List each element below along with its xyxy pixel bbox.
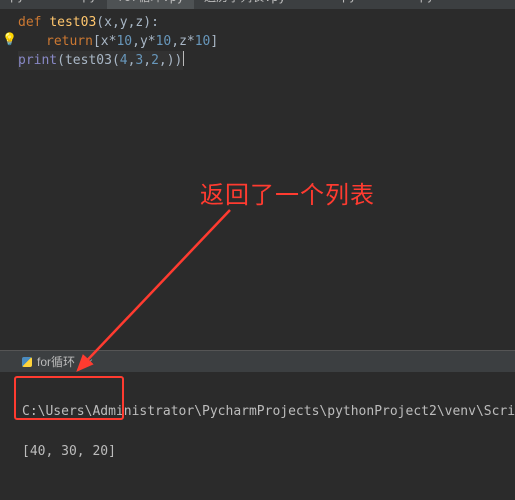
run-tab-label: for循环 xyxy=(37,353,75,370)
run-console[interactable]: C:\Users\Administrator\PycharmProjects\p… xyxy=(0,372,515,500)
python-icon xyxy=(22,357,32,367)
tab-label: for循环.py xyxy=(117,0,184,5)
editor-tab[interactable]: 遍历字列表.py xyxy=(194,0,296,9)
annotation-text: 返回了一个列表 xyxy=(200,175,375,210)
tab-label: test2.py xyxy=(376,0,434,3)
run-tab[interactable]: for循环 × xyxy=(22,353,93,370)
tab-label: 遍历字列表.py xyxy=(204,0,286,5)
close-icon[interactable]: × xyxy=(86,355,93,369)
func-name: test03 xyxy=(49,15,96,30)
code-line: print(test03(4,3,2,)) xyxy=(18,51,507,70)
editor-tab[interactable]: pycontrol.py xyxy=(0,0,107,9)
tab-label: test.py xyxy=(306,0,357,3)
keyword-return: return xyxy=(46,34,93,49)
intention-bulb-icon[interactable]: 💡 xyxy=(2,32,16,46)
editor-tab-strip: pycontrol.py for循环.py 遍历字列表.py test.py t… xyxy=(0,0,515,9)
editor-tab[interactable]: test2.py xyxy=(366,0,444,9)
code-line: return[x*10,y*10,z*10] xyxy=(18,32,507,51)
run-tab-bar: for循环 × xyxy=(0,350,515,372)
code-line: def test03(x,y,z): xyxy=(18,13,507,32)
console-output-line: [40, 30, 20] xyxy=(22,442,507,462)
tab-label: pycontrol.py xyxy=(10,0,97,3)
console-line: C:\Users\Administrator\PycharmProjects\p… xyxy=(22,402,507,422)
editor-tab[interactable]: for循环.py xyxy=(107,0,194,9)
keyword-def: def xyxy=(18,15,49,30)
editor-tab[interactable]: test.py xyxy=(296,0,367,9)
builtin-print: print xyxy=(18,53,57,68)
text-caret xyxy=(183,51,184,66)
call-name: test03 xyxy=(65,53,112,68)
